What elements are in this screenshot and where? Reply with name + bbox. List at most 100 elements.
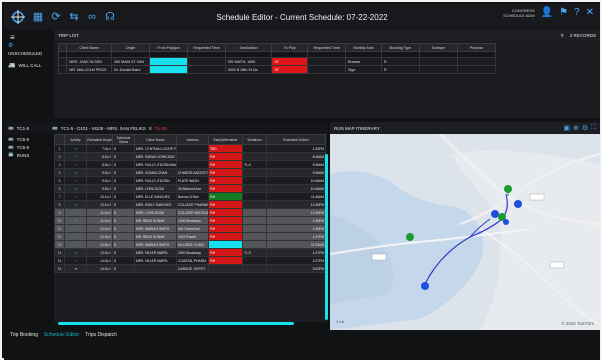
cell-early-alt[interactable]: PM xyxy=(208,256,243,265)
cell-violations[interactable] xyxy=(242,168,267,177)
cell-client[interactable]: MRS. HELER MAPEL xyxy=(134,256,177,265)
cell-est-depart[interactable]: 7:0x:1 xyxy=(86,144,113,153)
map-marker[interactable] xyxy=(491,210,499,218)
sidebar-will-call[interactable]: 🚐 WILL CALL xyxy=(8,62,41,69)
cell-early-alt[interactable]: PM xyxy=(208,152,243,161)
depot-icon[interactable]: ⇥ xyxy=(64,264,87,273)
table-row[interactable]: 7 ➚ 10:1x:1 S MRS. ELLE SANCHEZ Buena Ct Noe P… xyxy=(54,192,326,201)
cell-client[interactable]: MRS. HOLLY O'DONN Main St xyxy=(134,160,177,169)
cell-est-depart[interactable]: 14:0x:1 xyxy=(86,264,113,273)
cell-violations[interactable] xyxy=(242,256,267,265)
cell-address[interactable]: GARAGE, DEPOT xyxy=(176,264,209,273)
headset-icon[interactable]: ☊ xyxy=(104,11,116,23)
cell-client[interactable]: MRS. MARIAH SMITH xyxy=(134,240,177,249)
col-requested-time-2[interactable]: Requested Time xyxy=(307,43,347,52)
cell-status[interactable]: S xyxy=(112,208,135,217)
cell-client[interactable] xyxy=(134,264,177,273)
cell-early-alt[interactable]: PM xyxy=(208,160,243,169)
refresh-icon[interactable]: ⟳ xyxy=(50,11,62,23)
pickup-icon[interactable]: ➚ xyxy=(64,184,87,193)
cell-early-alt[interactable]: PM xyxy=(208,248,243,257)
cell-violations[interactable]: TL:4 xyxy=(242,160,267,169)
cell-violations[interactable] xyxy=(242,232,267,241)
dropoff-icon[interactable]: ➚ xyxy=(64,160,87,169)
menu-icon[interactable]: ✕ xyxy=(586,7,594,18)
sidebar-unscheduled[interactable]: UNSCHEDULED xyxy=(8,51,42,56)
table-row[interactable]: 13 ➚ 12:5x:1 S MRS. MARIAH SMITH HILLSIDE CLI… xyxy=(54,240,326,249)
table-row[interactable]: 8 ➚ 10:1x:1 S MRS. EMILY SANCHEZ COLLEGE PHAR… xyxy=(54,200,326,209)
cell-address[interactable]: COASTAL PHARM xyxy=(176,256,209,265)
help-icon[interactable]: ? xyxy=(574,7,580,18)
cell-index[interactable]: 13 xyxy=(54,240,65,249)
dropoff-icon[interactable]: ➚ xyxy=(64,152,87,161)
cell-from-poly[interactable] xyxy=(149,57,188,66)
menu-toggle-icon[interactable]: ≡ xyxy=(10,33,15,42)
cell-est-deliver[interactable]: 12:46PM xyxy=(266,208,326,217)
table-row[interactable]: 9 ➚ 11:0x:1 S MRS. LORA SOSA COLLEGE MEDICAL P… xyxy=(54,208,326,217)
cell-address[interactable]: COLLEGE MEDICAL xyxy=(176,208,209,217)
cell-req-time[interactable] xyxy=(186,57,226,66)
cell-early-alt[interactable] xyxy=(208,264,243,273)
cell-est-deliver[interactable]: 1:46PM xyxy=(266,216,326,225)
map-marker[interactable] xyxy=(406,233,414,241)
cell-violations[interactable] xyxy=(242,176,267,185)
cell-index[interactable]: 14 xyxy=(54,248,65,257)
cell-address[interactable]: 1200 Broadway xyxy=(176,216,209,225)
cell-index[interactable]: 16 xyxy=(54,264,65,273)
cell-violations[interactable] xyxy=(242,240,267,249)
cell-address[interactable]: COLLEGE PHARMA xyxy=(176,200,209,209)
cell-index[interactable]: 2 xyxy=(54,152,65,161)
col-schedule-status[interactable]: Schedule Status xyxy=(112,134,135,145)
cell-status[interactable]: S xyxy=(112,168,135,177)
cell-violations[interactable] xyxy=(242,208,267,217)
grid-icon[interactable]: ▦ xyxy=(32,11,44,23)
dropoff-icon[interactable]: ➚ xyxy=(64,232,87,241)
cell-index[interactable]: 4 xyxy=(54,168,65,177)
cell-early-alt[interactable]: PM xyxy=(208,176,243,185)
cell-address[interactable]: 1105 Powell xyxy=(176,232,209,241)
col-booking-type[interactable]: Booking Type xyxy=(380,43,420,52)
cell-client[interactable]: MR. MALCOLM PRICE xyxy=(66,65,113,74)
dropoff-icon[interactable]: ➚ xyxy=(64,192,87,201)
dropoff-icon[interactable]: ➚ xyxy=(64,176,87,185)
table-row[interactable]: 2➚8:2x:1SMRS. SARAH JOHN 2631 Vicente Av… xyxy=(54,152,326,161)
cell-client[interactable]: MRS. MARIAH SMITH xyxy=(134,224,177,233)
col-to-poly[interactable]: To Poly xyxy=(271,43,309,52)
table-row[interactable]: 4 ➚ 9:0x:1 S MRS. DONNA CHAN CHINESE ANCESTOR… xyxy=(54,168,326,177)
cell-est-depart[interactable]: 8:2x:1 xyxy=(86,152,113,161)
cell-violations[interactable] xyxy=(242,184,267,193)
cell-subtype[interactable] xyxy=(418,65,458,74)
dropoff-icon[interactable]: ➚ xyxy=(64,256,87,265)
table-row[interactable]: MR. MALCOLM PRICE Dr. Donald Baird 6302 … xyxy=(57,65,497,74)
cell-index[interactable]: 3 xyxy=(54,160,65,169)
cell-est-deliver[interactable]: 3:02PM xyxy=(266,264,326,273)
table-row[interactable]: 11 ➚ 12:0x:1 S MRS. MARIAH SMITH 661 Grand Av… xyxy=(54,224,326,233)
cell-status[interactable]: S xyxy=(112,184,135,193)
cell-early-alt[interactable]: PM xyxy=(208,168,243,177)
cell-status[interactable]: S xyxy=(112,160,135,169)
cell-address[interactable]: Buena Ct Noe xyxy=(176,192,209,201)
col-requested-time[interactable]: Requested Time xyxy=(186,43,226,52)
cell-violations[interactable] xyxy=(242,192,267,201)
run-item[interactable]: 🚌 TC5-5 xyxy=(8,144,29,150)
cell-status[interactable]: S xyxy=(112,200,135,209)
cell-address[interactable]: 35 Belmont Ave xyxy=(176,184,209,193)
map-canvas[interactable] xyxy=(330,134,600,330)
table-row[interactable]: 10 ➚ 11:2x:1 S MR. BRAD DUNNE 1200 Broadway PM… xyxy=(54,216,326,225)
cell-address[interactable] xyxy=(176,152,209,161)
cell-index[interactable]: 11 xyxy=(54,224,65,233)
run-detail-select[interactable]: TC1-5 - D101 - M108 - MRS. SAN FELIKS xyxy=(61,126,146,131)
cell-early-alt[interactable]: PM xyxy=(208,232,243,241)
cell-status[interactable]: S xyxy=(112,176,135,185)
cell-address[interactable]: 661 Grand Ave xyxy=(176,224,209,233)
cell-est-deliver[interactable]: 1:47PM xyxy=(266,232,326,241)
table-row[interactable]: 16 ⇥ 14:0x:1 S GARAGE, DEPOT 3:02PM xyxy=(54,264,326,273)
cell-address[interactable]: CHINESE ANCESTOR xyxy=(176,168,209,177)
pickup-icon[interactable]: ➚ xyxy=(64,248,87,257)
cell-est-deliver[interactable]: 2:47PM xyxy=(266,256,326,265)
cell-est-depart[interactable]: 10:1x:1 xyxy=(86,192,113,201)
cell-status[interactable]: S xyxy=(112,240,135,249)
cell-mobility[interactable]: Browse xyxy=(345,57,382,66)
cell-client[interactable]: MRS. EMILY SANCHEZ xyxy=(134,200,177,209)
cell-index[interactable]: 10 xyxy=(54,216,65,225)
